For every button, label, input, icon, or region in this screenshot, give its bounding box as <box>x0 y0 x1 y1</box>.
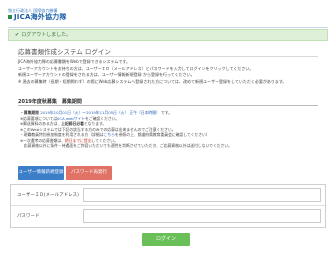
password-label: パスワード <box>17 214 40 219</box>
page-title: 応募書類作成システム ログイン <box>18 48 111 56</box>
note-text: してください。 <box>91 137 118 143</box>
user-id-input[interactable] <box>83 188 321 202</box>
note-text: を参照の上、都道府県教育委員会に確認してください） <box>114 132 210 137</box>
logo[interactable]: JICA海外協力隊 <box>8 13 128 22</box>
login-button[interactable]: ログイン <box>142 233 190 246</box>
note-text: ※一次選考の応募書類は、 <box>20 137 65 143</box>
logo-text: JICA海外協力隊 <box>14 13 67 21</box>
deadline-emphasis: 上記締日必着 <box>61 121 84 126</box>
deadline-warning: 締日までに提出 <box>64 137 92 143</box>
note-text: ※郵送資料のある方は、 <box>20 121 62 126</box>
alert-message: ログアウトしました。 <box>21 32 72 38</box>
recruit-notes: ・募集期間 2019年10月01日（火）～2019年11月05日（火） 正午（日… <box>20 110 320 149</box>
note-text: となります。 <box>83 121 107 126</box>
site-header: 独立行政法人 国際協力機構 JICA海外協力隊 <box>8 8 128 28</box>
note-text: ※応募要項については <box>20 115 58 121</box>
header-divider <box>8 27 328 28</box>
password-reset-button[interactable]: パスワード再発行 <box>66 166 112 180</box>
recruit-divider <box>18 105 318 106</box>
title-divider <box>18 56 318 57</box>
login-form: ユーザーＩＤ(メールアドレス) パスワード <box>10 184 326 228</box>
user-id-label: ユーザーＩＤ(メールアドレス) <box>17 193 79 198</box>
period-label: ・募集期間 <box>20 110 39 115</box>
password-input[interactable] <box>83 209 321 223</box>
note-text: をご確認ください。 <box>85 115 120 121</box>
note-row: 応募資格以外に条件・待遇面をご許容いただいても適性を判断させていただき、ご応募資… <box>20 143 232 148</box>
password-row: パスワード <box>11 206 325 227</box>
jica-website-link[interactable]: JICA webサイト <box>57 116 85 121</box>
intro-line: ※ 過去の募集時（長期・短期問わず）の際にWeb応募システムへ登録された方につい… <box>18 78 287 84</box>
logo-mark-icon <box>8 15 12 19</box>
details-link[interactable]: こちら <box>104 132 115 137</box>
action-buttons: ユーザー情報新規登録 パスワード再発行 <box>18 166 112 180</box>
new-user-button[interactable]: ユーザー情報新規登録 <box>18 166 64 180</box>
recruit-heading: 2019年度秋募集 募集期間 <box>18 99 82 105</box>
period-suffix: です。 <box>161 110 173 115</box>
logout-alert: ✔ ログアウトしました。 <box>8 29 328 41</box>
note-text: ・現職教員特別参加制度を利用される方（詳細は <box>20 132 104 137</box>
period-value: 2019年10月01日（火）～2019年11月05日（火） 正午（日本時間） <box>40 110 160 115</box>
user-id-row: ユーザーＩＤ(メールアドレス) <box>11 185 325 206</box>
check-icon: ✔ <box>15 32 20 38</box>
intro-text: JICA海外協力隊の応募書類をWebで登録できるシステムです。 ユーザーアカウン… <box>18 59 318 85</box>
